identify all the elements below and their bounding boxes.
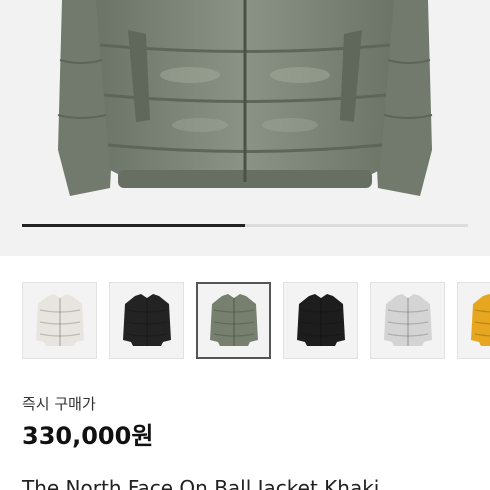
thumbnail-yellow[interactable] (457, 282, 490, 359)
thumbnail-ivory[interactable] (22, 282, 97, 359)
thumbnail-khaki[interactable] (196, 282, 271, 359)
jacket-thumbnail-icon (209, 293, 258, 346)
product-image-carousel[interactable] (0, 0, 490, 256)
thumbnail-black[interactable] (109, 282, 184, 359)
thumbnail-light-grey[interactable] (370, 282, 445, 359)
thumbnail-strip[interactable] (22, 282, 490, 359)
product-main-image (57, 0, 433, 196)
jacket-thumbnail-icon (296, 293, 345, 346)
jacket-thumbnail-icon (470, 293, 490, 346)
price-value: 330,000원 (22, 422, 154, 450)
thumbnail-black-matte[interactable] (283, 282, 358, 359)
jacket-thumbnail-icon (383, 293, 432, 346)
carousel-progress-bar (22, 224, 468, 227)
jacket-thumbnail-icon (122, 293, 171, 346)
jacket-thumbnail-icon (35, 293, 84, 346)
carousel-progress-fill (22, 224, 245, 227)
instant-buy-price-label: 즉시 구매가 (22, 395, 96, 413)
product-title: The North Face On Ball Jacket Khaki (22, 476, 380, 490)
